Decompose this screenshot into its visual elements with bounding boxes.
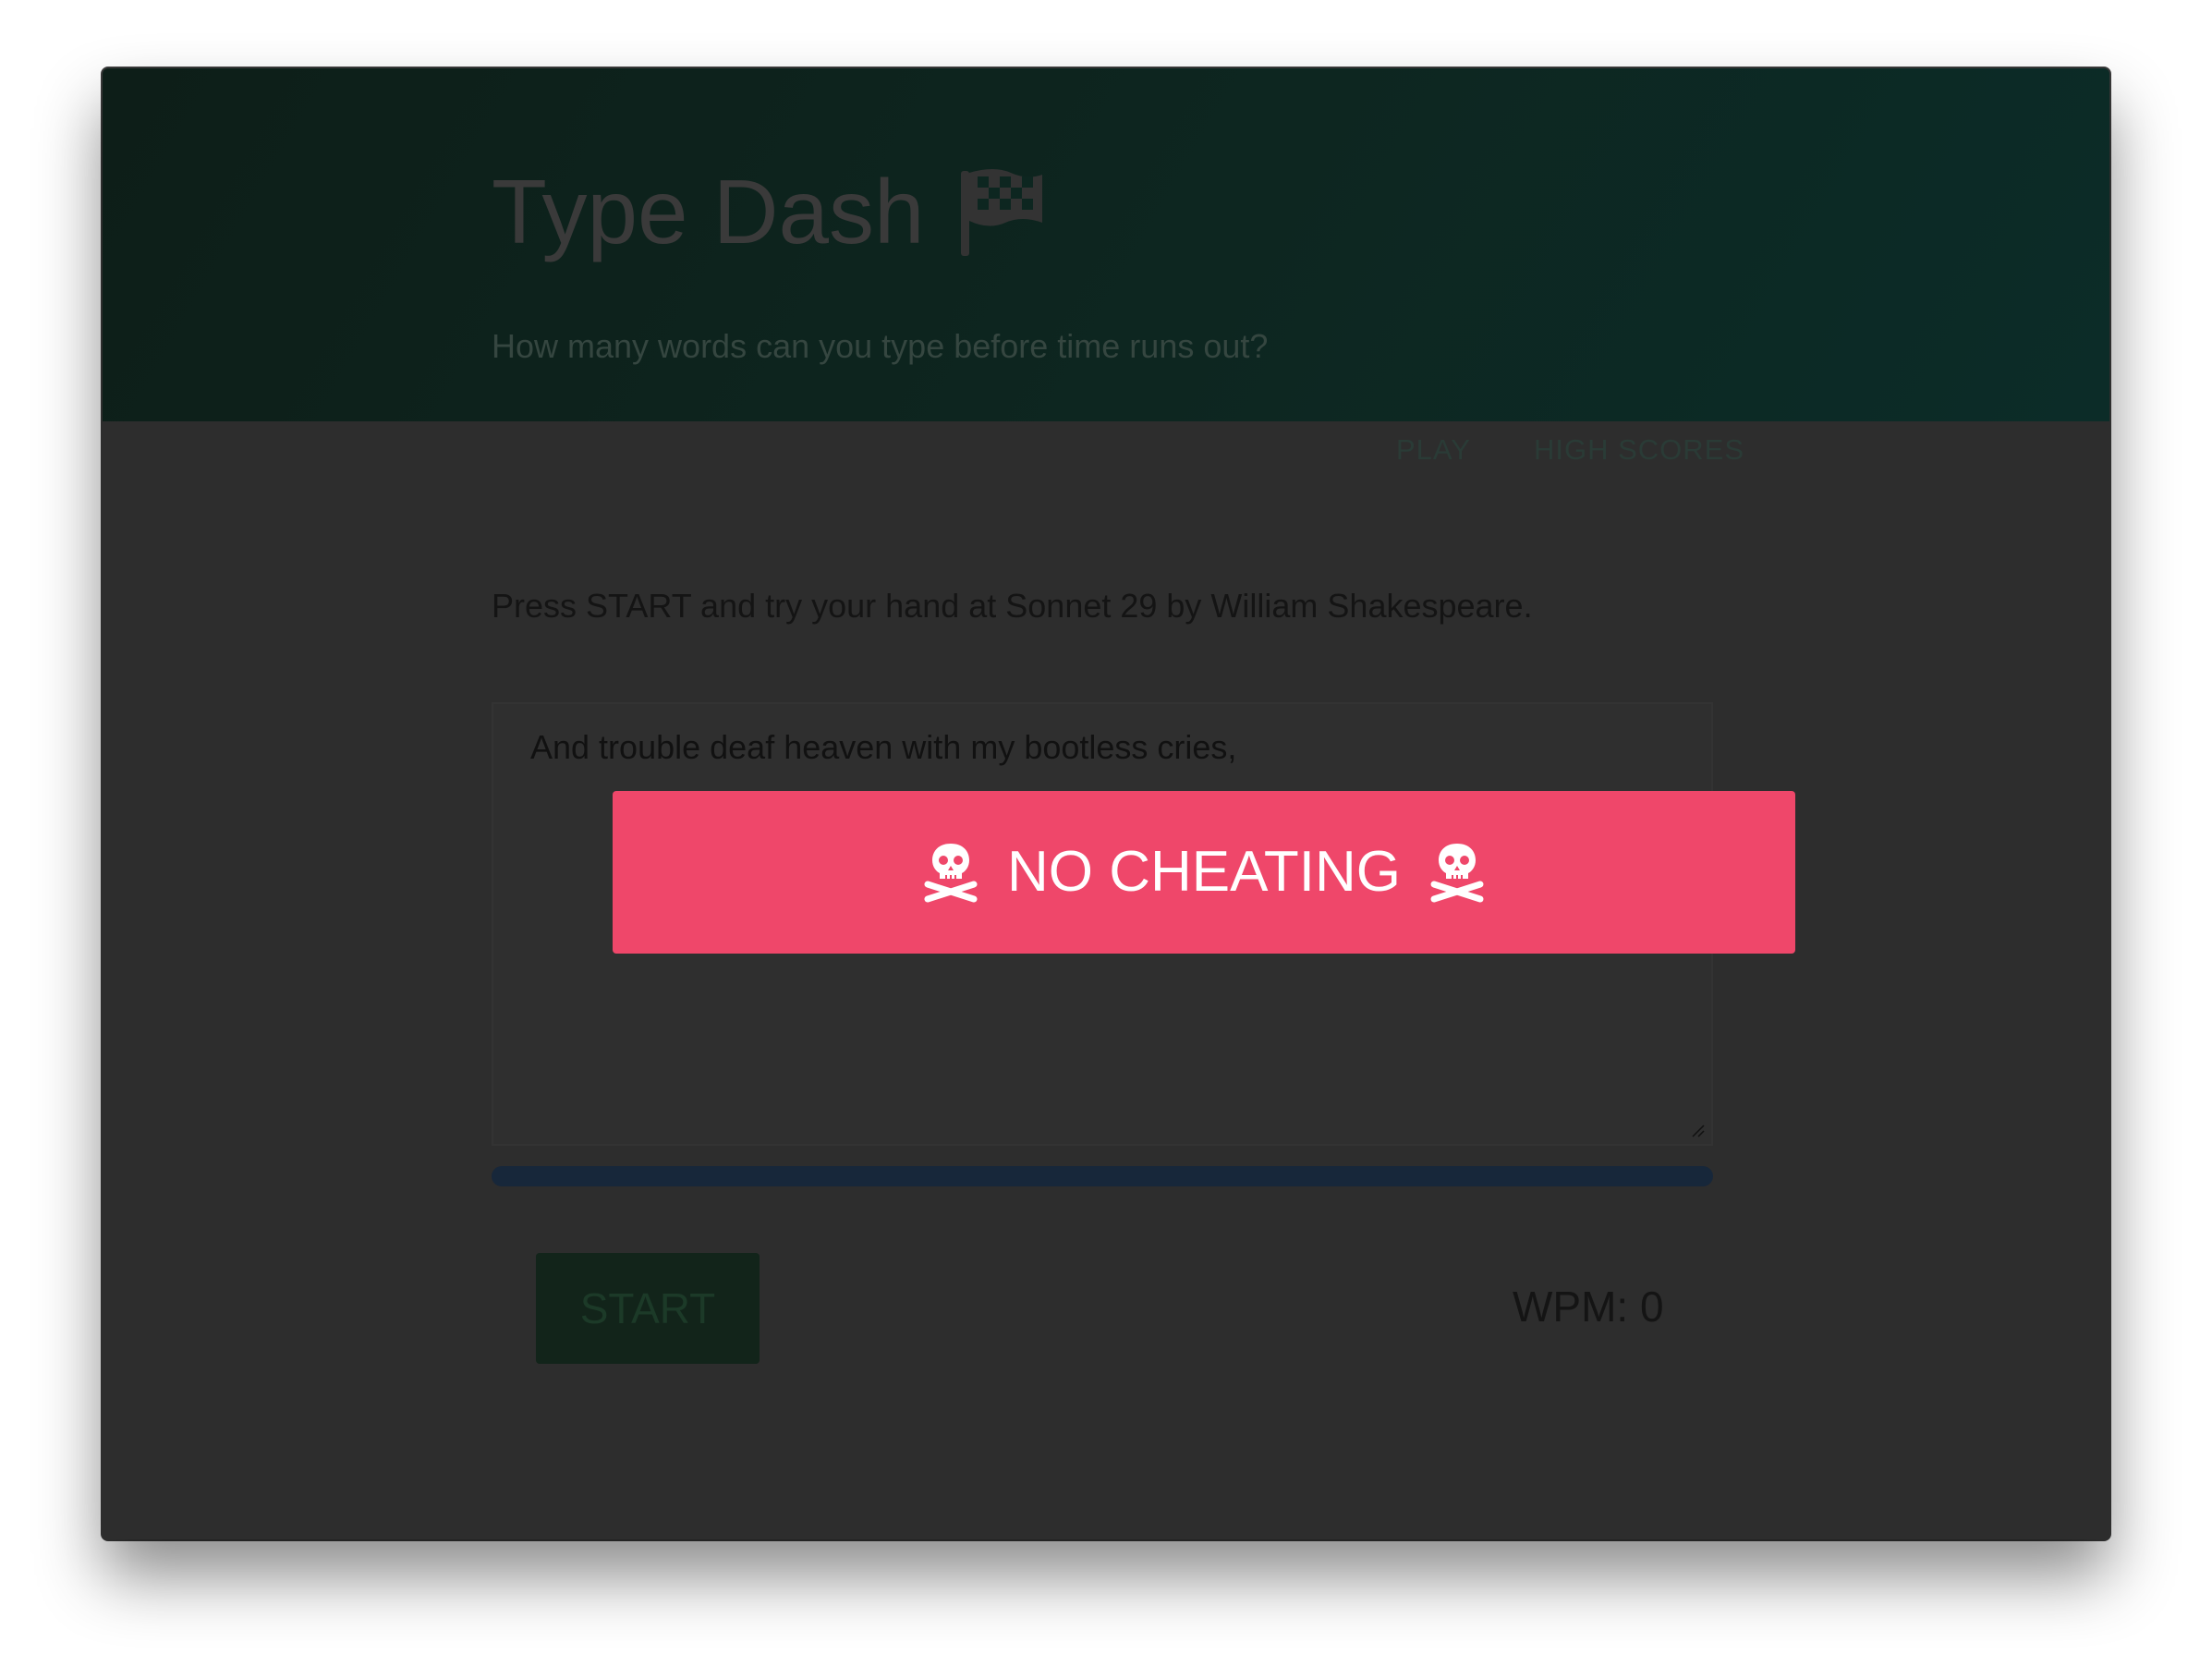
app-title: Type Dash	[492, 161, 925, 262]
nav-high-scores-link[interactable]: HIGH SCORES	[1534, 432, 1744, 468]
main-nav: PLAY HIGH SCORES	[1396, 432, 1744, 468]
checkered-flag-icon	[961, 169, 1043, 256]
start-button[interactable]: START	[536, 1253, 760, 1364]
wpm-counter: WPM: 0	[1513, 1283, 1664, 1331]
resize-handle-icon[interactable]	[1691, 1124, 1706, 1138]
skull-and-crossbones-icon	[924, 844, 978, 903]
page-header: Type Dash How many words can you type be…	[103, 68, 2109, 466]
browser-window: Type Dash How many words can you type be…	[103, 68, 2109, 1539]
progress-bar	[492, 1166, 1713, 1186]
app-subtitle: How many words can you type before time …	[492, 327, 1269, 365]
game-instructions: Press START and try your hand at Sonnet …	[492, 587, 1533, 625]
alert-text: NO CHEATING	[1007, 840, 1401, 904]
nav-play-link[interactable]: PLAY	[1396, 432, 1471, 468]
skull-and-crossbones-icon	[1430, 844, 1484, 903]
sonnet-line: And trouble deaf heaven with my bootless…	[530, 728, 1237, 766]
screenshot-stage: Type Dash How many words can you type be…	[0, 0, 2212, 1678]
title-row: Type Dash	[492, 152, 1046, 272]
no-cheating-alert: NO CHEATING	[613, 791, 1795, 954]
